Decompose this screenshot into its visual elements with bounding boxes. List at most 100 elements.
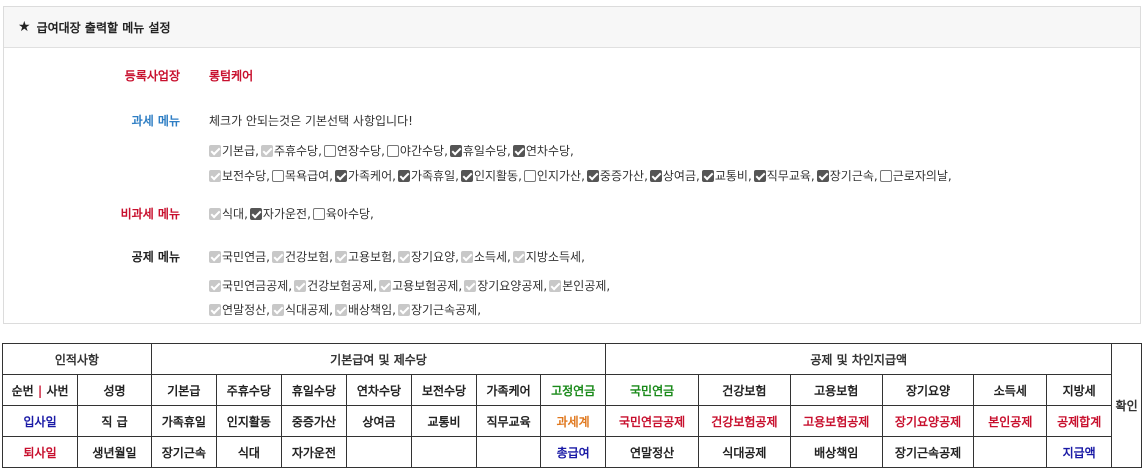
checkbox[interactable] xyxy=(701,170,714,182)
checkbox[interactable] xyxy=(449,145,462,157)
checkbox xyxy=(209,145,221,157)
cell-national-pension: 국민연금 xyxy=(605,374,699,406)
checkbox xyxy=(334,304,347,316)
menu-option[interactable]: 휴일수당, xyxy=(449,144,511,158)
cell-bonus: 상여금 xyxy=(345,405,413,437)
taxable-line-1: 기본급, 주휴수당, 연장수당, 야간수당, 휴일수당, 연차수당, xyxy=(209,142,576,159)
checkbox xyxy=(209,304,221,316)
deduction-line-1: 국민연금, 건강보험, 고용보험, 장기요양, 소득세, 지방소득세, xyxy=(209,248,587,265)
option-label: 장기근속, xyxy=(829,169,878,183)
menu-option[interactable]: 직무교육, xyxy=(753,169,815,183)
checkbox[interactable] xyxy=(586,170,599,182)
checkbox[interactable] xyxy=(649,170,662,182)
checkbox[interactable] xyxy=(460,170,473,182)
deduction-label: 공제 메뉴 xyxy=(131,250,180,264)
cell-join-date: 입사일 xyxy=(1,405,79,437)
option-label: 식대공제, xyxy=(284,303,333,317)
cell-empty-4 xyxy=(973,436,1048,468)
option-label: 인지활동, xyxy=(473,169,522,183)
checkbox xyxy=(379,280,392,292)
menu-option[interactable]: 야간수당, xyxy=(386,144,448,158)
checkbox[interactable] xyxy=(397,170,410,182)
checkbox xyxy=(209,208,221,220)
menu-option: 국민연금, xyxy=(209,250,270,264)
menu-option[interactable]: 가족휴일, xyxy=(397,169,459,183)
checkbox[interactable] xyxy=(334,170,347,182)
option-label: 고용보험공제, xyxy=(392,279,463,293)
header-confirm: 확인 xyxy=(1111,343,1142,468)
menu-option: 식대공제, xyxy=(271,303,333,317)
cell-employment-deduction: 고용보험공제 xyxy=(789,405,883,437)
option-label: 장기요양, xyxy=(410,250,459,264)
cell-long-term-care: 장기요양 xyxy=(881,374,975,406)
menu-option[interactable]: 교통비, xyxy=(701,169,752,183)
menu-option: 고용보험, xyxy=(334,250,396,264)
checkbox xyxy=(271,304,284,316)
cell-severe-add: 중증가산 xyxy=(280,405,347,437)
menu-option[interactable]: 목욕급여, xyxy=(271,169,333,183)
checkbox[interactable] xyxy=(816,170,829,182)
checkbox xyxy=(271,251,284,263)
option-label: 주휴수당, xyxy=(273,144,322,158)
option-label: 연장수당, xyxy=(336,144,385,158)
cell-liability: 배상책임 xyxy=(789,436,883,468)
option-label: 육아수당, xyxy=(325,207,374,221)
cell-base-pay: 기본급 xyxy=(150,374,217,406)
checkbox[interactable] xyxy=(312,208,325,220)
cell-transport: 교통비 xyxy=(410,405,478,437)
nontaxable-label: 비과세 메뉴 xyxy=(120,207,180,221)
menu-option: 건강보험공제, xyxy=(294,279,377,293)
menu-option[interactable]: 근로자의날, xyxy=(879,169,952,183)
cell-taxable-total: 과세계 xyxy=(540,405,607,437)
checkbox[interactable] xyxy=(523,170,536,182)
option-label: 소득세, xyxy=(473,250,511,264)
header-deduction: 공제 및 차인지급액 xyxy=(605,343,1113,375)
cell-net-pay: 지급액 xyxy=(1046,436,1113,468)
menu-option: 배상책임, xyxy=(334,303,396,317)
menu-option[interactable]: 인지가산, xyxy=(523,169,585,183)
cell-long-service: 장기근속 xyxy=(150,436,217,468)
menu-option[interactable]: 가족케어, xyxy=(334,169,396,183)
checkbox[interactable] xyxy=(512,145,525,157)
checkbox[interactable] xyxy=(386,145,399,157)
menu-option[interactable]: 자가운전, xyxy=(249,207,311,221)
menu-option: 건강보험, xyxy=(271,250,333,264)
cell-deduction-total: 공제합계 xyxy=(1046,405,1113,437)
cell-preserve-allowance: 보전수당 xyxy=(410,374,478,406)
menu-option[interactable]: 인지활동, xyxy=(460,169,522,183)
cell-holiday-allowance: 휴일수당 xyxy=(280,374,347,406)
cell-long-service-deduction: 장기근속공제 xyxy=(881,436,975,468)
menu-option[interactable]: 중증가산, xyxy=(586,169,648,183)
option-label: 연차수당, xyxy=(525,144,574,158)
cell-leave-date: 퇴사일 xyxy=(1,436,79,468)
checkbox[interactable] xyxy=(249,208,262,220)
header-person: 인적사항 xyxy=(2,343,152,375)
checkbox[interactable] xyxy=(323,145,336,157)
cell-employment-insurance: 고용보험 xyxy=(789,374,883,406)
option-label: 상여금, xyxy=(662,169,700,183)
menu-option[interactable]: 상여금, xyxy=(649,169,700,183)
cell-seq-empno: 순번 | 사번 xyxy=(1,374,79,406)
menu-option[interactable]: 연장수당, xyxy=(323,144,385,158)
option-label: 목욕급여, xyxy=(284,169,333,183)
option-label: 지방소득세, xyxy=(525,250,585,264)
cell-family-care: 가족케어 xyxy=(476,374,542,406)
menu-option[interactable]: 육아수당, xyxy=(312,207,374,221)
option-label: 야간수당, xyxy=(399,144,448,158)
cell-annual-allowance: 연차수당 xyxy=(345,374,413,406)
checkbox[interactable] xyxy=(753,170,766,182)
cell-weekly-allowance: 주휴수당 xyxy=(215,374,282,406)
cell-seq: 순번 xyxy=(11,383,34,398)
cell-year-end-settlement: 연말정산 xyxy=(605,436,699,468)
cell-health-insurance: 건강보험 xyxy=(697,374,791,406)
menu-option: 본인공제, xyxy=(549,279,610,293)
menu-option[interactable]: 연차수당, xyxy=(512,144,574,158)
menu-option[interactable]: 장기근속, xyxy=(816,169,878,183)
cell-empty-1 xyxy=(345,436,413,468)
checkbox xyxy=(549,280,562,292)
option-label: 직무교육, xyxy=(766,169,815,183)
checkbox[interactable] xyxy=(879,170,892,182)
menu-option: 국민연금공제, xyxy=(209,279,292,293)
checkbox[interactable] xyxy=(271,170,284,182)
panel-header: ★ 급여대장 출력할 메뉴 설정 xyxy=(4,7,1140,48)
